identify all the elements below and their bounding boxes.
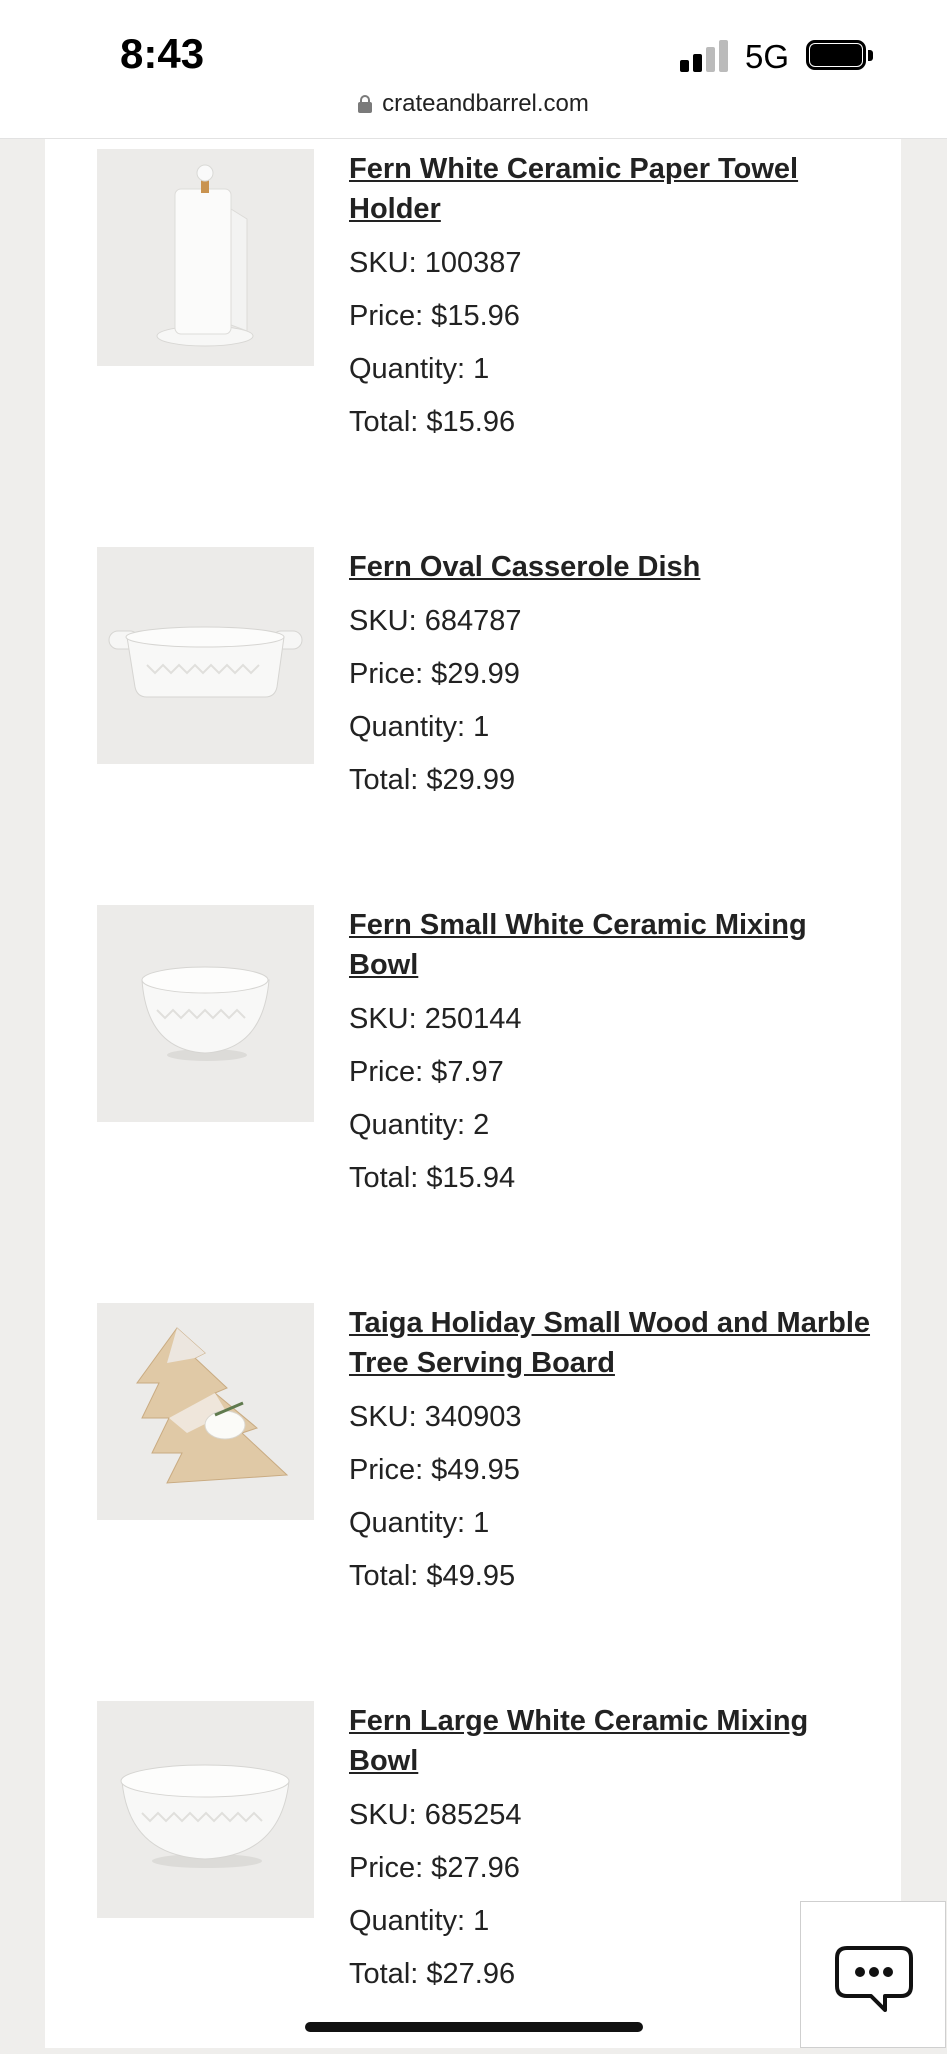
item-total: Total: $15.96 [349,406,516,438]
item-quantity: Quantity: 1 [349,1507,490,1539]
address-bar[interactable]: crateandbarrel.com [0,90,947,118]
item-title-link[interactable]: Fern Large White Ceramic Mixing Bowl [349,1701,879,1781]
item-price: Price: $29.99 [349,658,520,690]
item-title-link[interactable]: Taiga Holiday Small Wood and Marble Tree… [349,1303,879,1383]
item-sku: SKU: 100387 [349,247,522,279]
item-total: Total: $15.94 [349,1162,516,1194]
item-sku: SKU: 340903 [349,1401,522,1433]
chat-button[interactable] [800,1901,946,2048]
url-text: crateandbarrel.com [382,90,589,117]
paper-towel-holder-image[interactable] [97,149,314,366]
status-bar: 8:43 5G crateandbarrel.com [0,0,947,139]
home-indicator[interactable] [305,2022,643,2032]
casserole-dish-image[interactable] [97,547,314,764]
item-quantity: Quantity: 1 [349,353,490,385]
item-price: Price: $27.96 [349,1852,520,1884]
item-title-link[interactable]: Fern Small White Ceramic Mixing Bowl [349,905,879,985]
item-title-link[interactable]: Fern White Ceramic Paper Towel Holder [349,149,879,229]
item-quantity: Quantity: 2 [349,1109,490,1141]
item-price: Price: $15.96 [349,300,520,332]
network-type: 5G [745,38,790,75]
item-sku: SKU: 250144 [349,1003,522,1035]
order-items-card: Fern White Ceramic Paper Towel Holder SK… [45,138,901,2048]
item-total: Total: $49.95 [349,1560,516,1592]
small-mixing-bowl-image[interactable] [97,905,314,1122]
battery-icon [806,40,876,74]
item-title-link[interactable]: Fern Oval Casserole Dish [349,547,879,587]
status-time: 8:43 [120,30,205,77]
tree-serving-board-image[interactable] [97,1303,314,1520]
cellular-signal-icon [680,40,730,72]
large-mixing-bowl-image[interactable] [97,1701,314,1918]
item-sku: SKU: 684787 [349,605,522,637]
chat-bubble-icon [835,1946,913,2012]
item-quantity: Quantity: 1 [349,711,490,743]
item-sku: SKU: 685254 [349,1799,522,1831]
item-price: Price: $49.95 [349,1454,520,1486]
lock-icon [358,95,373,113]
item-total: Total: $29.99 [349,764,516,796]
item-price: Price: $7.97 [349,1056,504,1088]
